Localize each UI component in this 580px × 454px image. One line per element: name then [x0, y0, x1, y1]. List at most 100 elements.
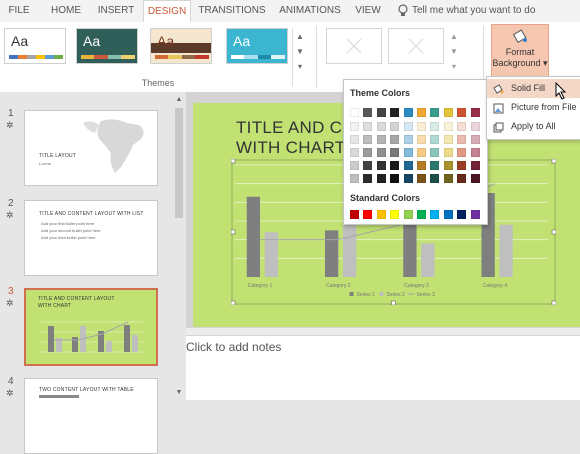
color-swatch[interactable]: [470, 161, 480, 170]
color-swatch[interactable]: [403, 161, 413, 170]
variant-1[interactable]: [326, 28, 382, 64]
color-swatch[interactable]: [470, 135, 480, 144]
color-swatch[interactable]: [417, 148, 426, 157]
color-swatch[interactable]: [363, 122, 373, 131]
color-swatch[interactable]: [457, 122, 467, 131]
standard-color-swatch[interactable]: [363, 210, 373, 219]
color-swatch[interactable]: [430, 135, 440, 144]
color-swatch[interactable]: [457, 135, 467, 144]
color-swatch[interactable]: [390, 148, 400, 157]
color-swatch[interactable]: [350, 161, 359, 170]
slide-thumbnail-3[interactable]: TITLE AND CONTENT LAYOUT WITH CHART: [24, 288, 158, 366]
color-swatch[interactable]: [403, 122, 413, 131]
standard-color-swatch[interactable]: [470, 210, 480, 219]
standard-color-swatch[interactable]: [417, 210, 426, 219]
color-swatch[interactable]: [457, 108, 467, 117]
color-swatch[interactable]: [457, 148, 467, 157]
theme-office[interactable]: Aa: [4, 28, 66, 64]
color-swatch[interactable]: [363, 108, 373, 117]
menu-apply-to-all[interactable]: Apply to All: [487, 117, 580, 136]
standard-color-swatch[interactable]: [430, 210, 440, 219]
color-swatch[interactable]: [390, 135, 400, 144]
color-swatch[interactable]: [470, 122, 480, 131]
color-swatch[interactable]: [443, 161, 453, 170]
color-swatch[interactable]: [470, 148, 480, 157]
color-swatch[interactable]: [443, 108, 453, 117]
color-swatch[interactable]: [376, 161, 386, 170]
color-swatch[interactable]: [350, 135, 359, 144]
scrollbar-thumb[interactable]: [175, 108, 183, 218]
standard-color-swatch[interactable]: [350, 210, 359, 219]
tell-me-search[interactable]: Tell me what you want to do: [412, 0, 535, 22]
color-swatch[interactable]: [403, 135, 413, 144]
color-swatch[interactable]: [390, 122, 400, 131]
standard-color-swatch[interactable]: [403, 210, 413, 219]
notes-pane[interactable]: Click to add notes: [186, 336, 580, 400]
color-swatch[interactable]: [350, 108, 359, 117]
standard-color-swatch[interactable]: [376, 210, 386, 219]
tab-insert[interactable]: INSERT: [94, 0, 138, 22]
variant-2[interactable]: [388, 28, 444, 64]
color-swatch[interactable]: [350, 174, 359, 183]
color-swatch[interactable]: [457, 161, 467, 170]
color-swatch[interactable]: [430, 108, 440, 117]
color-swatch[interactable]: [430, 148, 440, 157]
slide-title-line1[interactable]: TITLE AND CO: [236, 118, 356, 138]
color-swatch[interactable]: [363, 148, 373, 157]
color-swatch[interactable]: [376, 108, 386, 117]
tab-view[interactable]: VIEW: [352, 0, 384, 22]
color-swatch[interactable]: [363, 161, 373, 170]
color-swatch[interactable]: [457, 174, 467, 183]
color-swatch[interactable]: [403, 174, 413, 183]
color-swatch[interactable]: [350, 122, 359, 131]
slide-title: TITLE AND CONTENT LAYOUT: [38, 296, 115, 302]
notes-placeholder[interactable]: Click to add notes: [186, 340, 281, 354]
color-swatch[interactable]: [417, 135, 426, 144]
color-swatch[interactable]: [363, 174, 373, 183]
color-swatch[interactable]: [470, 108, 480, 117]
menu-picture-from-file[interactable]: Picture from File: [487, 98, 580, 117]
tab-animations[interactable]: ANIMATIONS: [276, 0, 344, 22]
color-swatch[interactable]: [376, 148, 386, 157]
color-swatch[interactable]: [417, 161, 426, 170]
tab-transitions[interactable]: TRANSITIONS: [197, 0, 267, 22]
variants-scroll[interactable]: ▲ ▼ ▾: [448, 28, 460, 86]
color-swatch[interactable]: [376, 174, 386, 183]
slide-thumbnail-1[interactable]: TITLE LAYOUT Lorem: [24, 110, 158, 186]
color-swatch[interactable]: [417, 122, 426, 131]
tab-home[interactable]: HOME: [46, 0, 86, 22]
color-swatch[interactable]: [403, 108, 413, 117]
color-swatch[interactable]: [403, 148, 413, 157]
color-swatch[interactable]: [470, 174, 480, 183]
color-swatch[interactable]: [443, 174, 453, 183]
format-background-button[interactable]: Format Background ▾: [491, 24, 549, 78]
slide-thumbnail-4[interactable]: TWO CONTENT LAYOUT WITH TABLE: [24, 378, 158, 454]
color-swatch[interactable]: [430, 174, 440, 183]
color-swatch[interactable]: [390, 108, 400, 117]
color-swatch[interactable]: [443, 135, 453, 144]
color-swatch[interactable]: [376, 135, 386, 144]
thumbnail-scrollbar[interactable]: ▲ ▼: [174, 96, 184, 396]
standard-color-swatch[interactable]: [390, 210, 400, 219]
color-swatch[interactable]: [430, 122, 440, 131]
theme-blue[interactable]: Aa: [226, 28, 288, 64]
color-swatch[interactable]: [376, 122, 386, 131]
tab-file[interactable]: FILE: [6, 0, 32, 22]
color-swatch[interactable]: [350, 148, 359, 157]
standard-color-swatch[interactable]: [443, 210, 453, 219]
editor-hscrollbar[interactable]: [186, 327, 580, 336]
color-swatch[interactable]: [417, 108, 426, 117]
color-swatch[interactable]: [417, 174, 426, 183]
color-swatch[interactable]: [443, 148, 453, 157]
theme-wood[interactable]: Aa: [150, 28, 212, 64]
slide-title-line2[interactable]: WITH CHART: [236, 138, 345, 158]
color-swatch[interactable]: [430, 161, 440, 170]
color-swatch[interactable]: [390, 161, 400, 170]
color-swatch[interactable]: [363, 135, 373, 144]
color-swatch[interactable]: [443, 122, 453, 131]
theme-teal[interactable]: Aa: [76, 28, 138, 64]
slide-thumbnail-2[interactable]: TITLE AND CONTENT LAYOUT WITH LIST Add y…: [24, 200, 158, 276]
tab-design[interactable]: DESIGN: [143, 0, 191, 24]
color-swatch[interactable]: [390, 174, 400, 183]
standard-color-swatch[interactable]: [457, 210, 467, 219]
